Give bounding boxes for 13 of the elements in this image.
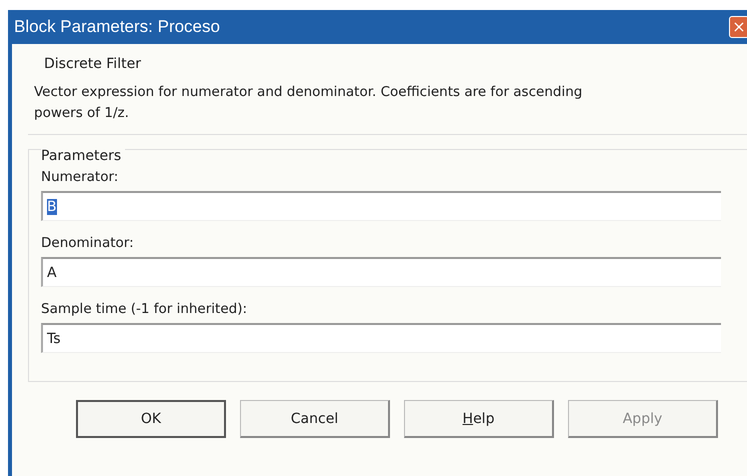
close-button[interactable]: ×: [729, 16, 747, 38]
field-label: Denominator:: [41, 235, 135, 251]
input-field[interactable]: A: [41, 257, 721, 287]
field-label: Sample time (-1 for inherited):: [41, 301, 248, 317]
block-description: Vector expression for numerator and denominator. Coefficients are for ascending powers of 1/z.: [34, 83, 584, 123]
dialog-button[interactable]: Help: [404, 400, 554, 438]
window-title: Block Parameters: Proceso: [14, 17, 220, 37]
input-field[interactable]: B: [41, 191, 721, 221]
dialog-button[interactable]: OK: [76, 400, 226, 438]
block-name: Discrete Filter: [44, 56, 141, 72]
field-label: Numerator:: [41, 169, 120, 185]
input-field[interactable]: Ts: [41, 323, 721, 353]
dialog-button[interactable]: Cancel: [240, 400, 390, 438]
